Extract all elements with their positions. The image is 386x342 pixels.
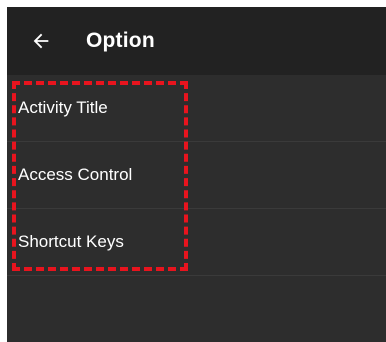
menu-item-label: Access Control bbox=[18, 165, 133, 184]
menu-item-shortcut-keys[interactable]: Shortcut Keys bbox=[7, 209, 386, 276]
menu-item-label: Activity Title bbox=[18, 98, 108, 117]
menu-item-label: Shortcut Keys bbox=[18, 232, 124, 251]
back-button[interactable] bbox=[13, 7, 69, 75]
page-title: Option bbox=[86, 29, 155, 52]
arrow-left-icon bbox=[30, 30, 52, 52]
menu-item-activity-title[interactable]: Activity Title bbox=[7, 75, 386, 142]
app-bar: Option bbox=[7, 7, 386, 75]
option-list: Activity Title Access Control Shortcut K… bbox=[7, 75, 386, 276]
app-screen: Option Activity Title Access Control Sho… bbox=[7, 7, 386, 342]
menu-item-access-control[interactable]: Access Control bbox=[7, 142, 386, 209]
